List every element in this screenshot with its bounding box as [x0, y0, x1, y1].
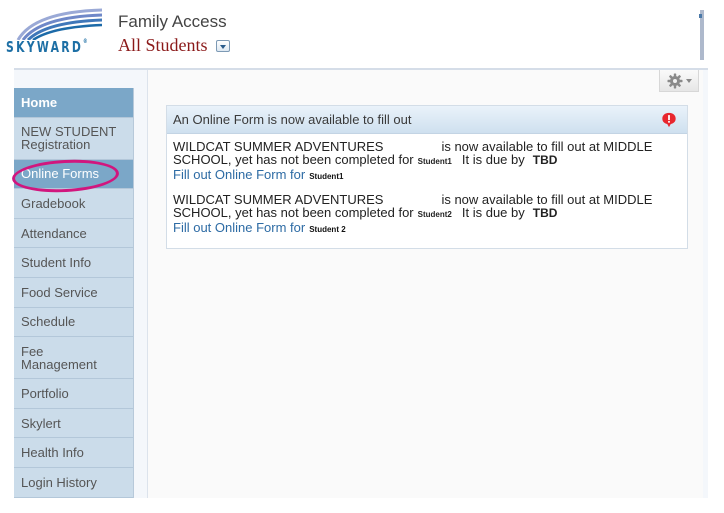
skyward-logo[interactable]: SKYWARD®: [6, 6, 106, 56]
logo-swoosh-icon: [16, 8, 102, 40]
sidebar-item-login-history[interactable]: Login History: [14, 468, 133, 498]
sidebar-item-label-line2: Registration: [21, 137, 91, 153]
form-entry: WILDCAT SUMMER ADVENTURES is now availabl…: [173, 140, 681, 183]
sidebar-item-home[interactable]: Home: [14, 88, 133, 118]
sidebar-item-label: Schedule: [21, 314, 76, 330]
sidebar-item-student-info[interactable]: Student Info: [14, 248, 133, 278]
due-date: TBD: [532, 206, 558, 220]
student-selector-label: All Students: [118, 35, 208, 55]
gear-icon: [667, 73, 682, 88]
sidebar-item-label: Portfolio: [21, 385, 69, 401]
form-entry: WILDCAT SUMMER ADVENTURES is now availabl…: [173, 193, 681, 236]
link-student-name: Student 2: [309, 225, 346, 234]
fill-out-form-link[interactable]: Fill out Online Form for Student1: [173, 168, 681, 183]
due-label: It is due by: [461, 205, 525, 220]
sidebar-item-portfolio[interactable]: Portfolio: [14, 379, 133, 409]
entry-text: SCHOOL, yet has not been completed for: [173, 205, 414, 220]
header: SKYWARD® Family Access All Students: [0, 0, 724, 62]
panel-header: An Online Form is now available to fill …: [167, 106, 687, 134]
sidebar-item-label: Online Forms: [21, 166, 100, 182]
panel-title: An Online Form is now available to fill …: [173, 112, 412, 127]
sidebar-item-new-student-registration[interactable]: NEW STUDENT Registration: [14, 118, 133, 160]
entry-line-2: SCHOOL, yet has not been completed for St…: [173, 153, 681, 168]
student-selector[interactable]: All Students: [118, 35, 230, 56]
sidebar-item-label: Gradebook: [21, 195, 86, 211]
sidebar-item-health-info[interactable]: Health Info: [14, 438, 133, 468]
panel-body: WILDCAT SUMMER ADVENTURES is now availabl…: [167, 134, 687, 236]
chevron-down-icon[interactable]: [215, 39, 230, 52]
student-name: Student1: [417, 157, 452, 166]
sidebar-item-label: Login History: [21, 474, 97, 490]
caret-down-icon: [685, 78, 692, 83]
logo-wordmark: SKYWARD®: [6, 38, 88, 56]
student-name: Student2: [417, 210, 452, 219]
page: SKYWARD® Family Access All Students Home…: [0, 0, 724, 513]
sidebar-item-attendance[interactable]: Attendance: [14, 219, 133, 249]
online-form-panel: An Online Form is now available to fill …: [166, 105, 688, 249]
due-date: TBD: [532, 153, 558, 167]
alert-bubble-icon: [662, 112, 676, 127]
sidebar-nav: Home NEW STUDENT Registration Online For…: [14, 88, 134, 498]
app-title: Family Access: [118, 12, 227, 31]
sidebar-item-label: Fee: [21, 343, 44, 359]
sidebar-item-gradebook[interactable]: Gradebook: [14, 189, 133, 219]
due-label: It is due by: [461, 152, 525, 167]
link-text: Fill out Online Form for: [173, 220, 306, 235]
window-scrollbar[interactable]: [699, 10, 704, 60]
sidebar-item-label: Skylert: [21, 415, 61, 431]
sidebar-item-schedule[interactable]: Schedule: [14, 308, 133, 338]
sidebar-item-fee-management[interactable]: Fee Management: [14, 337, 133, 380]
link-text: Fill out Online Form for: [173, 167, 306, 182]
link-student-name: Student1: [309, 172, 344, 181]
sidebar-item-label: Home: [21, 94, 58, 110]
sidebar-item-online-forms[interactable]: Online Forms: [14, 159, 133, 190]
fill-out-form-link[interactable]: Fill out Online Form for Student 2: [173, 221, 681, 236]
sidebar-item-label: Food Service: [21, 284, 98, 300]
sidebar-item-food-service[interactable]: Food Service: [14, 278, 133, 308]
sidebar-item-label: Health Info: [21, 445, 84, 461]
sidebar-item-label-line2: Management: [21, 356, 97, 372]
sidebar-item-skylert[interactable]: Skylert: [14, 409, 133, 439]
settings-button[interactable]: [659, 70, 699, 92]
entry-text: SCHOOL, yet has not been completed for: [173, 152, 414, 167]
entry-line-2: SCHOOL, yet has not been completed for St…: [173, 206, 681, 221]
sidebar-item-label: Attendance: [21, 225, 87, 241]
sidebar-item-label: Student Info: [21, 255, 92, 271]
